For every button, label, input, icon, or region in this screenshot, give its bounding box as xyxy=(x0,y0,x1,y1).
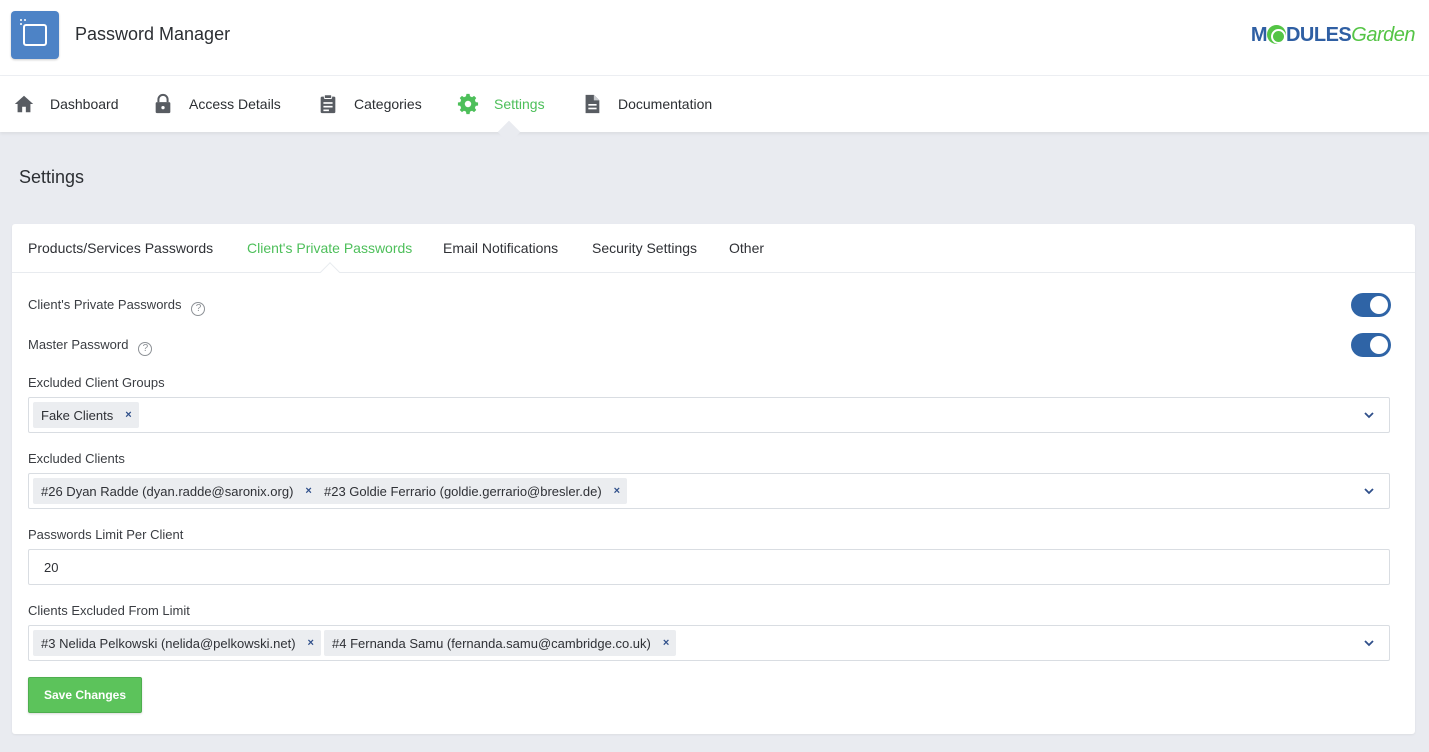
nav-item-dashboard[interactable]: Dashboard xyxy=(13,76,119,132)
remove-chip-icon[interactable]: × xyxy=(125,409,131,421)
nav-item-settings[interactable]: Settings xyxy=(457,76,545,132)
excluded-groups-select[interactable]: Fake Clients × xyxy=(28,397,1390,433)
brand-text-m: M xyxy=(1250,24,1268,46)
chip-label: Fake Clients xyxy=(41,407,114,423)
excluded-clients-label: Excluded Clients xyxy=(28,451,125,466)
selected-chip: #26 Dyan Radde (dyan.radde@saronix.org) × xyxy=(33,478,319,504)
home-icon xyxy=(14,95,34,113)
excluded-groups-label: Excluded Client Groups xyxy=(28,375,165,390)
brand-logo: M DULESGarden xyxy=(1250,24,1416,47)
chevron-down-icon[interactable] xyxy=(1363,485,1375,497)
page-title: Settings xyxy=(19,167,85,187)
chip-label: #3 Nelida Pelkowski (nelida@pelkowski.ne… xyxy=(41,635,296,651)
brand-text-dules: DULES xyxy=(1285,24,1352,46)
passwords-limit-value: 20 xyxy=(44,560,59,575)
lock-icon xyxy=(155,93,171,114)
tab-products-services-passwords[interactable]: Products/Services Passwords xyxy=(28,240,213,256)
chevron-down-icon[interactable] xyxy=(1363,409,1375,421)
gear-icon xyxy=(457,93,479,115)
selected-chip: Fake Clients × xyxy=(33,402,139,428)
master-password-row: Master Password? xyxy=(28,337,153,356)
chevron-down-icon[interactable] xyxy=(1363,637,1375,649)
app-header: Password Manager M DULESGarden xyxy=(0,0,1429,76)
selected-chip: #23 Goldie Ferrario (goldie.gerrario@bre… xyxy=(316,478,628,504)
tab-email-notifications[interactable]: Email Notifications xyxy=(443,240,558,256)
brand-text-garden: Garden xyxy=(1351,24,1415,46)
private-passwords-label: Client's Private Passwords xyxy=(28,297,182,312)
nav-label: Settings xyxy=(494,96,545,112)
master-password-toggle[interactable] xyxy=(1351,333,1391,357)
nav-label: Documentation xyxy=(618,96,713,112)
excluded-from-limit-select[interactable]: #3 Nelida Pelkowski (nelida@pelkowski.ne… xyxy=(28,625,1390,661)
master-password-label: Master Password xyxy=(28,337,129,352)
remove-chip-icon[interactable]: × xyxy=(614,485,620,497)
help-icon[interactable]: ? xyxy=(138,342,153,356)
nav-item-categories[interactable]: Categories xyxy=(317,76,422,132)
help-icon[interactable]: ? xyxy=(191,302,206,316)
remove-chip-icon[interactable]: × xyxy=(663,637,669,649)
tab-clients-private-passwords[interactable]: Client's Private Passwords xyxy=(247,240,412,256)
chip-label: #23 Goldie Ferrario (goldie.gerrario@bre… xyxy=(324,483,602,499)
tab-other[interactable]: Other xyxy=(729,240,764,256)
excluded-from-limit-label: Clients Excluded From Limit xyxy=(28,603,190,618)
app-logo-icon[interactable] xyxy=(11,11,59,59)
nav-item-documentation[interactable]: Documentation xyxy=(581,76,712,132)
globe-icon xyxy=(1266,25,1286,44)
save-changes-button[interactable]: Save Changes xyxy=(28,677,142,713)
private-passwords-row: Client's Private Passwords? xyxy=(28,297,206,316)
chip-label: #4 Fernanda Samu (fernanda.samu@cambridg… xyxy=(332,635,651,651)
selected-chip: #3 Nelida Pelkowski (nelida@pelkowski.ne… xyxy=(33,630,321,656)
nav-label: Access Details xyxy=(189,96,281,112)
remove-chip-icon[interactable]: × xyxy=(308,637,314,649)
passwords-limit-label: Passwords Limit Per Client xyxy=(28,527,184,542)
excluded-clients-select[interactable]: #26 Dyan Radde (dyan.radde@saronix.org) ×… xyxy=(28,473,1390,509)
app-title: Password Manager xyxy=(75,24,231,44)
clipboard-icon xyxy=(320,94,336,114)
passwords-limit-input[interactable]: 20 xyxy=(28,549,1390,585)
nav-label: Categories xyxy=(354,96,422,112)
nav-item-access-details[interactable]: Access Details xyxy=(152,76,281,132)
window-frame-icon xyxy=(23,24,47,46)
nav-label: Dashboard xyxy=(50,96,119,112)
settings-tabs: Products/Services Passwords Client's Pri… xyxy=(12,224,1415,282)
settings-card: Products/Services Passwords Client's Pri… xyxy=(12,224,1415,734)
remove-chip-icon[interactable]: × xyxy=(305,485,311,497)
tab-security-settings[interactable]: Security Settings xyxy=(592,240,697,256)
main-nav: Dashboard Access Details Categories Sett… xyxy=(0,76,1429,132)
private-passwords-toggle[interactable] xyxy=(1351,293,1391,317)
document-icon xyxy=(585,94,600,114)
active-tab-indicator xyxy=(320,262,340,282)
chip-label: #26 Dyan Radde (dyan.radde@saronix.org) xyxy=(41,483,294,499)
selected-chip: #4 Fernanda Samu (fernanda.samu@cambridg… xyxy=(324,630,677,656)
